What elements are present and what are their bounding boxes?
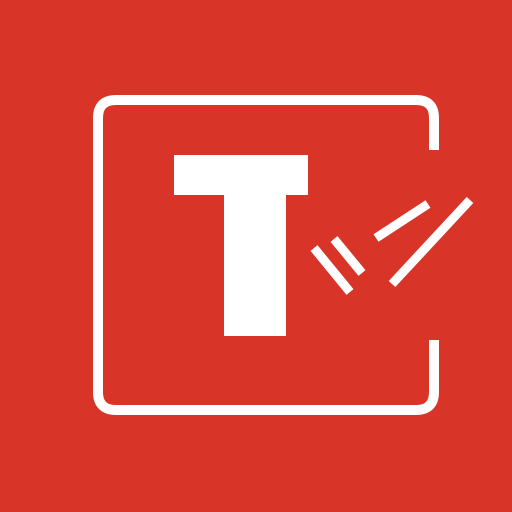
double-check-icon — [310, 196, 474, 295]
app-logo — [93, 95, 474, 415]
letter-t-icon — [174, 155, 308, 336]
app-icon — [0, 0, 512, 512]
